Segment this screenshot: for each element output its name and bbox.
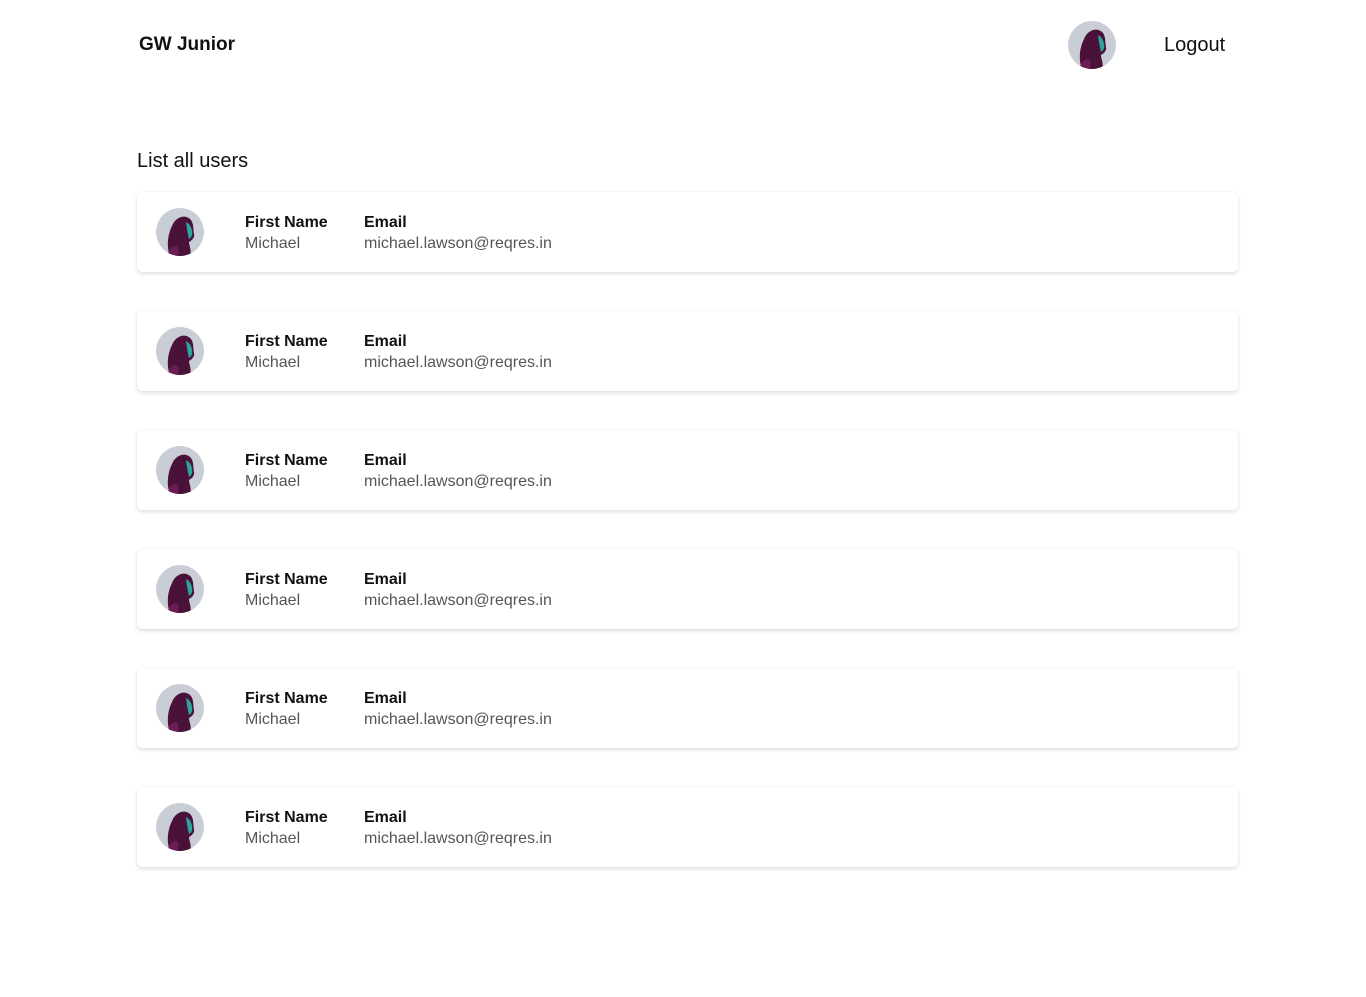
first-name-field: First Name Michael [245, 332, 328, 374]
first-name-label: First Name [245, 214, 328, 231]
user-avatar-icon [156, 684, 204, 732]
email-value: michael.lawson@reqres.in [364, 830, 552, 847]
email-label: Email [364, 809, 407, 826]
email-label: Email [364, 452, 407, 469]
user-avatar-icon [156, 565, 204, 613]
user-avatar-icon [156, 803, 204, 851]
email-field: Email michael.lawson@reqres.in [364, 570, 552, 612]
first-name-value: Michael [245, 711, 301, 728]
email-field: Email michael.lawson@reqres.in [364, 213, 552, 255]
first-name-value: Michael [245, 592, 301, 609]
email-field: Email michael.lawson@reqres.in [364, 689, 552, 731]
user-card[interactable]: First Name Michael Email michael.lawson@… [137, 668, 1238, 748]
brand-title[interactable]: GW Junior [139, 33, 235, 57]
email-value: michael.lawson@reqres.in [364, 473, 552, 490]
email-value: michael.lawson@reqres.in [364, 711, 552, 728]
first-name-label: First Name [245, 333, 328, 350]
email-field: Email michael.lawson@reqres.in [364, 332, 552, 374]
email-field: Email michael.lawson@reqres.in [364, 808, 552, 850]
first-name-field: First Name Michael [245, 451, 328, 493]
user-card[interactable]: First Name Michael Email michael.lawson@… [137, 430, 1238, 510]
first-name-label: First Name [245, 809, 328, 826]
first-name-field: First Name Michael [245, 689, 328, 731]
first-name-label: First Name [245, 571, 328, 588]
email-label: Email [364, 214, 407, 231]
first-name-value: Michael [245, 830, 301, 847]
user-avatar-icon [156, 327, 204, 375]
first-name-label: First Name [245, 452, 328, 469]
first-name-value: Michael [245, 473, 301, 490]
user-card[interactable]: First Name Michael Email michael.lawson@… [137, 549, 1238, 629]
email-label: Email [364, 571, 407, 588]
email-value: michael.lawson@reqres.in [364, 354, 552, 371]
user-avatar-icon [156, 208, 204, 256]
user-card[interactable]: First Name Michael Email michael.lawson@… [137, 192, 1238, 272]
page-title: List all users [137, 150, 249, 172]
user-card[interactable]: First Name Michael Email michael.lawson@… [137, 787, 1238, 867]
email-field: Email michael.lawson@reqres.in [364, 451, 552, 493]
email-value: michael.lawson@reqres.in [364, 592, 552, 609]
email-label: Email [364, 333, 407, 350]
user-card[interactable]: First Name Michael Email michael.lawson@… [137, 311, 1238, 391]
logout-button[interactable]: Logout [1164, 32, 1225, 58]
first-name-field: First Name Michael [245, 213, 328, 255]
email-label: Email [364, 690, 407, 707]
user-avatar-icon [156, 446, 204, 494]
first-name-value: Michael [245, 354, 301, 371]
first-name-field: First Name Michael [245, 808, 328, 850]
top-bar: GW Junior Logout [0, 0, 1366, 90]
first-name-label: First Name [245, 690, 328, 707]
user-list: First Name Michael Email michael.lawson@… [137, 192, 1238, 906]
first-name-field: First Name Michael [245, 570, 328, 612]
first-name-value: Michael [245, 235, 301, 252]
user-avatar-icon[interactable] [1068, 21, 1116, 69]
email-value: michael.lawson@reqres.in [364, 235, 552, 252]
